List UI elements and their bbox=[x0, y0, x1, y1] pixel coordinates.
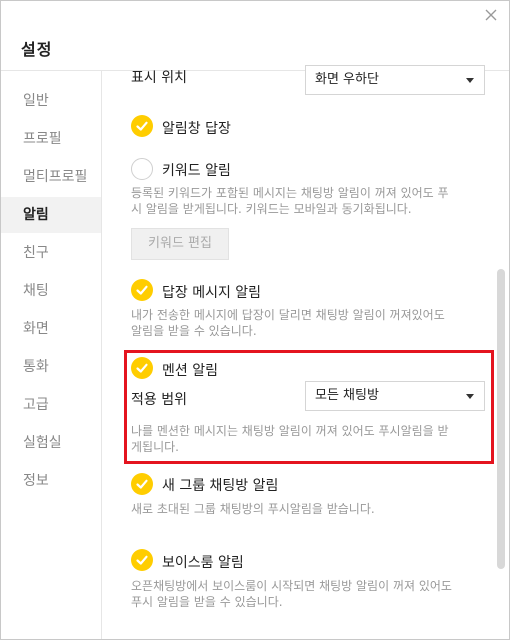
content-scrollbar[interactable] bbox=[497, 269, 505, 569]
sidebar-item-chats[interactable]: 채팅 bbox=[1, 273, 101, 309]
reply-alert-description: 내가 전송한 메시지에 답장이 달리면 채팅방 알림이 꺼져있어도 알림을 받을… bbox=[131, 307, 491, 339]
keyword-alert-checkbox[interactable] bbox=[131, 158, 153, 180]
sidebar-item-advanced[interactable]: 고급 bbox=[1, 387, 101, 423]
voiceroom-alert-desc-line-1: 오픈채팅방에서 보이스룸이 시작되면 채팅방 알림이 꺼져 있어도 bbox=[131, 579, 452, 593]
sidebar-item-general[interactable]: 일반 bbox=[1, 83, 101, 119]
new-group-alert-description: 새로 초대된 그룹 채팅방의 푸시알림을 받습니다. bbox=[131, 501, 491, 517]
keyword-edit-button[interactable]: 키워드 편집 bbox=[131, 228, 229, 260]
sidebar-item-calls[interactable]: 통화 bbox=[1, 349, 101, 385]
voiceroom-alert-desc-line-2: 푸시 알림을 받을 수 있습니다. bbox=[131, 595, 283, 609]
check-icon bbox=[136, 285, 148, 295]
reply-alert-desc-line-1: 내가 전송한 메시지에 답장이 달리면 채팅방 알림이 꺼져있어도 bbox=[131, 308, 445, 322]
display-position-label: 표시 위치 bbox=[131, 70, 187, 86]
sidebar-item-profile[interactable]: 프로필 bbox=[1, 121, 101, 157]
settings-sidebar: 일반 프로필 멀티프로필 알림 친구 채팅 화면 통화 고급 실험실 정보 bbox=[1, 71, 102, 639]
sidebar-item-display[interactable]: 화면 bbox=[1, 311, 101, 347]
reply-alert-checkbox[interactable] bbox=[131, 279, 153, 301]
voiceroom-alert-label: 보이스룸 알림 bbox=[162, 555, 244, 571]
reply-alert-desc-line-2: 알림을 받을 수 있습니다. bbox=[131, 324, 257, 338]
reply-in-notification-checkbox[interactable] bbox=[131, 115, 153, 137]
voiceroom-alert-checkbox[interactable] bbox=[131, 549, 153, 571]
mention-alert-highlight-box bbox=[124, 350, 494, 464]
new-group-alert-checkbox[interactable] bbox=[131, 473, 153, 495]
sidebar-item-multiprofile[interactable]: 멀티프로필 bbox=[1, 159, 101, 195]
keyword-alert-description: 등록된 키워드가 포함된 메시지는 채팅방 알림이 꺼져 있어도 푸 시 알림을… bbox=[131, 185, 491, 217]
sidebar-item-friends[interactable]: 친구 bbox=[1, 235, 101, 271]
keyword-alert-label: 키워드 알림 bbox=[162, 163, 231, 179]
voiceroom-alert-description: 오픈채팅방에서 보이스룸이 시작되면 채팅방 알림이 꺼져 있어도 푸시 알림을… bbox=[131, 578, 491, 610]
keyword-alert-desc-line-1: 등록된 키워드가 포함된 메시지는 채팅방 알림이 꺼져 있어도 푸 bbox=[131, 186, 449, 200]
keyword-alert-desc-line-2: 시 알림을 받게됩니다. 키워드는 모바일과 동기화됩니다. bbox=[131, 202, 412, 216]
close-icon[interactable] bbox=[483, 7, 499, 23]
new-group-alert-desc-line-1: 새로 초대된 그룹 채팅방의 푸시알림을 받습니다. bbox=[131, 502, 375, 516]
new-group-alert-label: 새 그룹 채팅방 알림 bbox=[162, 478, 279, 494]
display-position-select[interactable]: 화면 우하단 bbox=[305, 65, 485, 95]
check-icon bbox=[136, 479, 148, 489]
reply-in-notification-label: 알림창 답장 bbox=[162, 121, 231, 137]
sidebar-item-info[interactable]: 정보 bbox=[1, 463, 101, 499]
chevron-down-icon bbox=[466, 78, 474, 83]
reply-alert-label: 답장 메시지 알림 bbox=[162, 285, 262, 301]
sidebar-item-notifications[interactable]: 알림 bbox=[1, 197, 101, 233]
settings-window: 설정 일반 프로필 멀티프로필 알림 친구 채팅 화면 통화 고급 실험실 정보… bbox=[0, 0, 510, 640]
sidebar-item-labs[interactable]: 실험실 bbox=[1, 425, 101, 461]
check-icon bbox=[136, 555, 148, 565]
window-title: 설정 bbox=[21, 40, 53, 59]
display-position-value: 화면 우하단 bbox=[315, 72, 379, 87]
check-icon bbox=[136, 121, 148, 131]
